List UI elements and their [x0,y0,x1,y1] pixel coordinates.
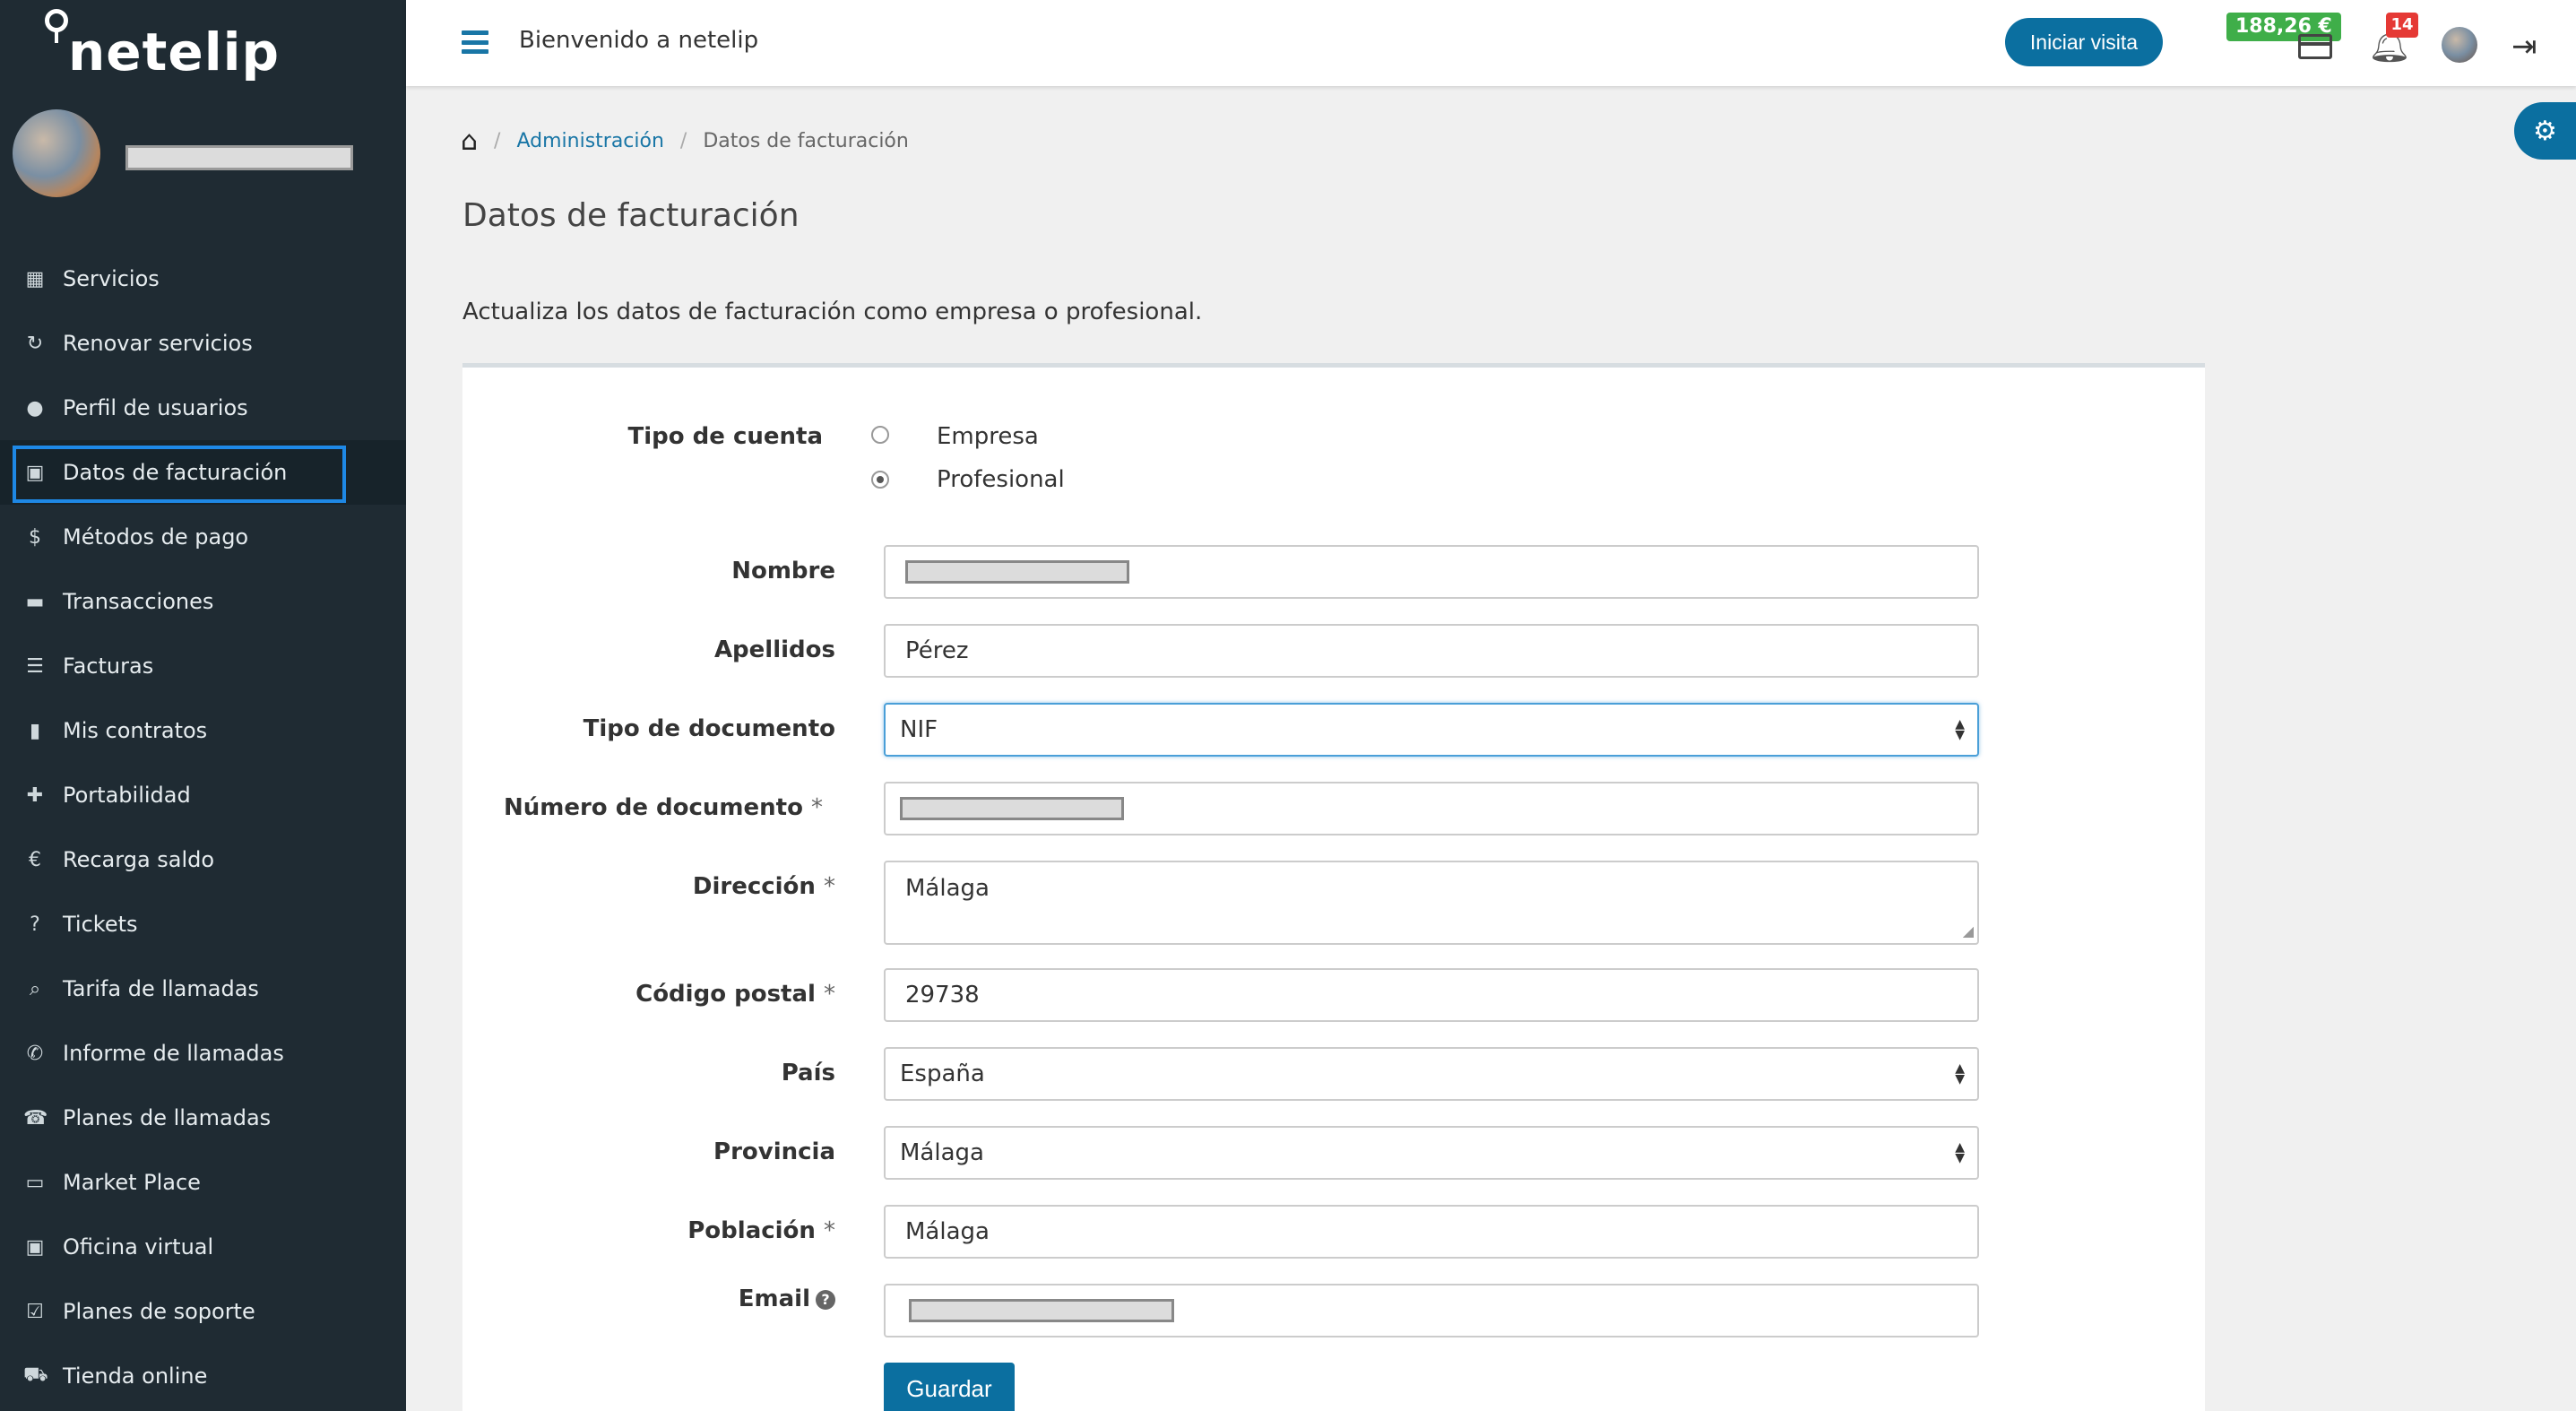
monitor-icon: ▭ [25,1171,45,1194]
radio-empresa[interactable] [871,426,889,444]
account-type-label: Tipo de cuenta [627,423,823,450]
radio-empresa-label[interactable]: Empresa [937,423,1039,450]
sidebar-item-renovar-servicios[interactable]: ↻ Renovar servicios [0,311,406,376]
sidebar-item-tickets[interactable]: ? Tickets [0,892,406,957]
sidebar-item-portabilidad[interactable]: ✚ Portabilidad [0,763,406,827]
briefcase-icon: ▣ [25,461,45,484]
tipo-documento-select[interactable]: NIF ▲ ▼ [884,703,1979,757]
euro-icon: € [29,848,41,871]
plus-icon: ✚ [26,783,44,807]
help-icon[interactable]: ? [816,1289,835,1310]
sidebar-item-facturas[interactable]: ☰ Facturas [0,634,406,698]
search-icon: ⌕ [29,977,41,1000]
sidebar-item-planes-llamadas[interactable]: ☎ Planes de llamadas [0,1086,406,1150]
credit-card-icon: ▬ [25,590,45,613]
username-redacted [125,145,353,170]
pais-select[interactable]: España ▲ ▼ [884,1047,1979,1101]
start-visit-button[interactable]: Iniciar visita [2005,18,2163,66]
location-pin-icon [45,9,68,43]
question-icon: ? [30,913,40,936]
sidebar-item-planes-soporte[interactable]: ☑ Planes de soporte [0,1279,406,1344]
sidebar-nav: ▦ Servicios ↻ Renovar servicios ● Perfil de… [0,247,406,1408]
select-arrows-icon: ▲ ▼ [1955,1061,1965,1086]
breadcrumb-current: Datos de facturación [703,130,909,152]
dollar-icon: $ [29,525,41,549]
radio-profesional-label[interactable]: Profesional [937,466,1065,493]
menu-toggle-icon[interactable] [462,30,488,54]
check-square-icon: ☑ [26,1300,44,1323]
sidebar-item-recarga-saldo[interactable]: € Recarga saldo [0,827,406,892]
numero-documento-redacted [900,797,1124,820]
sidebar-item-oficina-virtual[interactable]: ▣ Oficina virtual [0,1215,406,1279]
sidebar-item-mis-contratos[interactable]: ▮ Mis contratos [0,698,406,763]
breadcrumb: ⌂ / Administración / Datos de facturació… [461,126,909,157]
sidebar-item-metodos-pago[interactable]: $ Métodos de pago [0,505,406,569]
page-title: Datos de facturación [462,197,800,234]
home-icon[interactable]: ⌂ [461,126,478,157]
logout-icon[interactable]: ⇥ [2511,29,2537,65]
sidebar-item-perfil-usuarios[interactable]: ● Perfil de usuarios [0,376,406,440]
apellidos-label: Apellidos [713,636,835,663]
sidebar-item-datos-facturacion[interactable]: ▣ Datos de facturación [0,440,406,505]
numero-documento-label: Número de documento * [503,794,823,821]
sidebar-item-market-place[interactable]: ▭ Market Place [0,1150,406,1215]
phone-icon: ✆ [26,1042,44,1065]
user-icon: ● [26,396,44,420]
avatar[interactable] [2442,27,2477,63]
nombre-label: Nombre [731,558,835,584]
save-button[interactable]: Guardar [884,1363,1015,1411]
nombre-redacted [905,560,1129,584]
sidebar-item-tarifa-llamadas[interactable]: ⌕ Tarifa de llamadas [0,957,406,1021]
provincia-select[interactable]: Málaga ▲ ▼ [884,1126,1979,1180]
sidebar-item-servicios[interactable]: ▦ Servicios [0,247,406,311]
direccion-label: Dirección * [692,873,835,900]
email-label: Email? [459,1285,835,1312]
credit-card-icon[interactable] [2298,34,2332,59]
poblacion-field[interactable]: Málaga [884,1205,1979,1259]
provincia-label: Provincia [713,1138,835,1165]
sidebar-item-transacciones[interactable]: ▬ Transacciones [0,569,406,634]
refresh-icon: ↻ [26,332,44,355]
breadcrumb-administracion[interactable]: Administración [516,130,663,152]
cart-icon: ⛟ [23,1363,48,1386]
list-icon: ☰ [26,654,44,678]
sidebar-item-tienda-online[interactable]: ⛟ Tienda online [0,1344,406,1408]
resize-handle-icon[interactable]: ◢ [1963,922,1974,939]
select-arrows-icon: ▲ ▼ [1955,1140,1965,1165]
email-redacted [909,1299,1174,1322]
pais-label: País [781,1060,835,1086]
poblacion-label: Población * [687,1217,835,1244]
document-icon: ▮ [29,719,41,742]
briefcase-icon: ▣ [25,1235,45,1259]
welcome-text: Bienvenido a netelip [519,27,759,54]
netelip-logo[interactable]: netelip [45,9,280,82]
user-avatar[interactable] [13,109,100,197]
telephone-icon: ☎ [23,1106,48,1130]
sidebar: netelip ▦ Servicios ↻ Renovar servicios ● P… [0,0,406,1411]
direccion-textarea[interactable]: Málaga ◢ [884,861,1979,945]
radio-profesional[interactable] [871,471,889,489]
tipo-documento-label: Tipo de documento [583,715,835,742]
codigo-postal-field[interactable]: 29738 [884,968,1979,1022]
apellidos-field[interactable]: Pérez [884,624,1979,678]
grid-icon: ▦ [25,267,45,290]
nombre-field[interactable] [884,545,1979,599]
select-arrows-icon: ▲ ▼ [1955,717,1965,742]
sidebar-item-informe-llamadas[interactable]: ✆ Informe de llamadas [0,1021,406,1086]
page-subtitle: Actualiza los datos de facturación como … [462,299,1203,325]
settings-gear-icon[interactable]: ⚙ [2514,102,2576,160]
brand-name: netelip [68,22,280,82]
notifications-badge: 14 [2386,13,2418,38]
numero-documento-field[interactable] [884,782,1979,835]
codigo-postal-label: Código postal * [635,981,835,1008]
email-field[interactable] [884,1284,1979,1337]
